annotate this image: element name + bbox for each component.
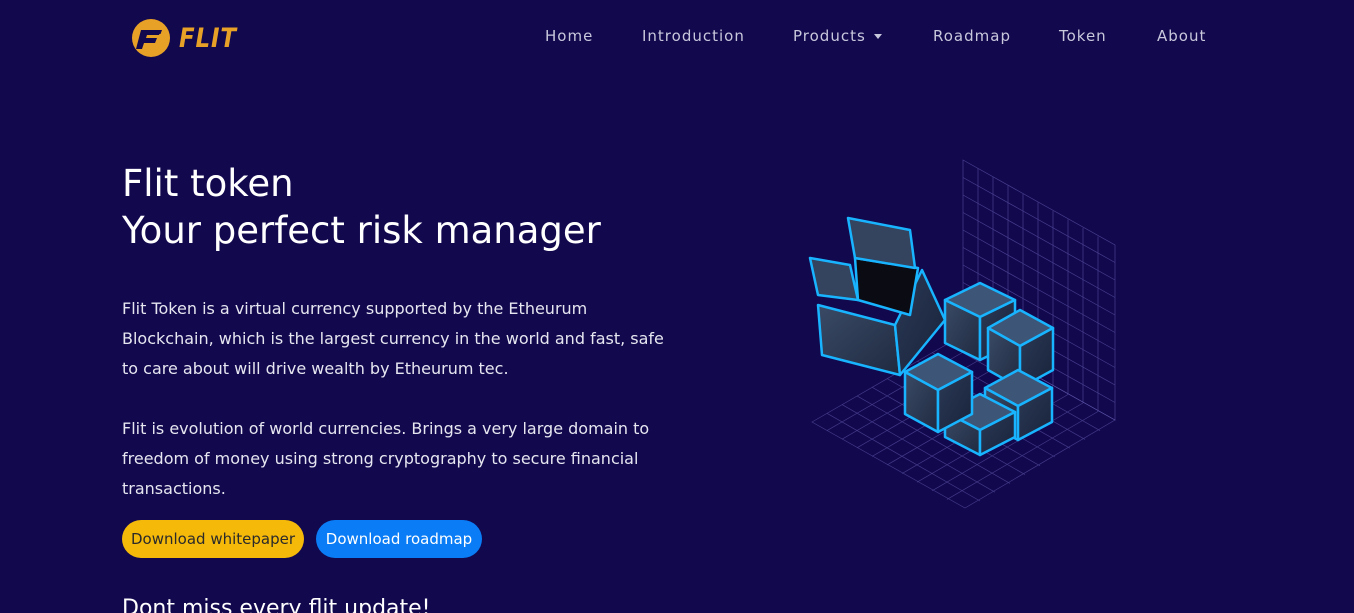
nav-about[interactable]: About	[1157, 27, 1206, 45]
newsletter-heading: Dont miss every flit update!	[122, 596, 431, 613]
hero-title-line1: Flit token	[122, 162, 294, 205]
nav-home[interactable]: Home	[545, 27, 593, 45]
top-navbar: FLIT Home Introduction Products Roadmap …	[0, 0, 1354, 76]
download-roadmap-button[interactable]: Download roadmap	[316, 520, 482, 558]
blockchain-cubes-illustration	[808, 159, 1116, 509]
nav-products-label: Products	[793, 27, 866, 45]
nav-products[interactable]: Products	[793, 27, 882, 45]
hero-title-line2: Your perfect risk manager	[122, 209, 601, 252]
flit-coin-icon	[132, 19, 170, 57]
brand-name: FLIT	[179, 22, 237, 54]
brand-logo[interactable]: FLIT	[131, 18, 247, 58]
nav-introduction[interactable]: Introduction	[642, 27, 745, 45]
page: FLIT Home Introduction Products Roadmap …	[0, 0, 1354, 613]
download-whitepaper-button[interactable]: Download whitepaper	[122, 520, 304, 558]
nav-roadmap[interactable]: Roadmap	[933, 27, 1011, 45]
hero-paragraph-2: Flit is evolution of world currencies. B…	[122, 419, 650, 498]
hero-title: Flit token Your perfect risk manager	[122, 160, 722, 254]
nav-token[interactable]: Token	[1059, 27, 1107, 45]
chevron-down-icon	[873, 34, 882, 39]
hero-paragraph-1: Flit Token is a virtual currency support…	[122, 299, 664, 378]
